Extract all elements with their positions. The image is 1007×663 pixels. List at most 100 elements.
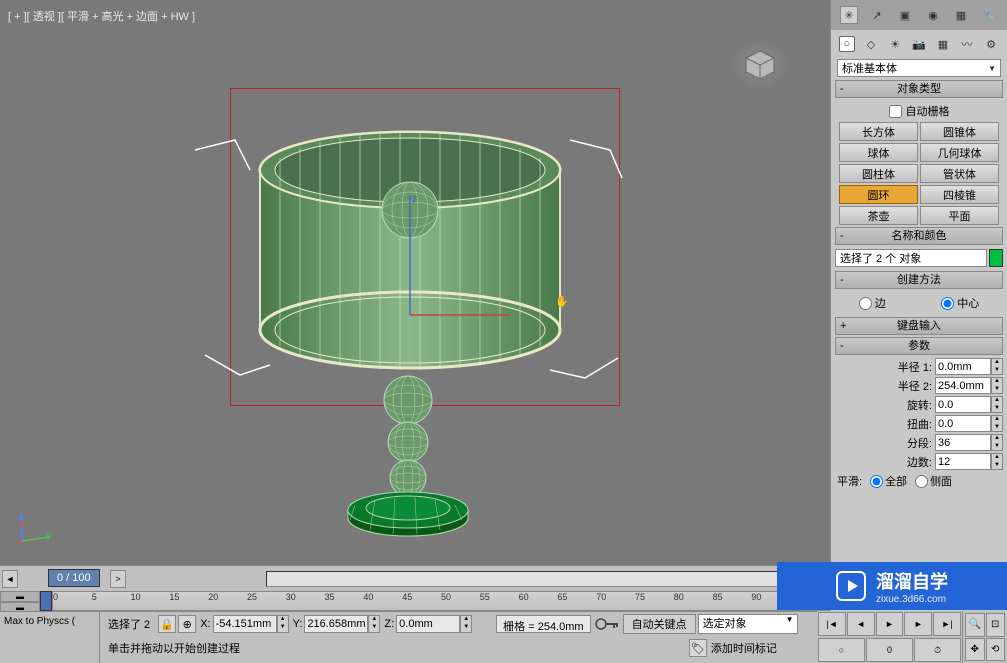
z-label: Z: xyxy=(382,618,396,630)
sides-spinner[interactable]: ▲▼ xyxy=(991,453,1003,470)
tick: 25 xyxy=(247,592,257,602)
edge-label: 边 xyxy=(875,295,886,311)
systems-icon[interactable]: ⚙ xyxy=(983,36,999,52)
hierarchy-tab-icon[interactable]: ▣ xyxy=(896,6,914,24)
radius2-input[interactable] xyxy=(935,377,991,394)
twist-input[interactable] xyxy=(935,415,991,432)
cylinder-button[interactable]: 圆柱体 xyxy=(839,164,918,183)
ruler-ticks[interactable]: 0510152025303540455055606570758085909510… xyxy=(52,591,830,611)
name-color-rollout[interactable]: -名称和颜色 xyxy=(835,227,1003,245)
frame-indicator[interactable]: 0 / 100 xyxy=(48,569,100,587)
key-mode-icon[interactable] xyxy=(593,613,621,635)
sphere-button[interactable]: 球体 xyxy=(839,143,918,162)
edge-radio[interactable] xyxy=(859,297,872,310)
object-color-swatch[interactable] xyxy=(989,249,1003,267)
viewport-label: [ + ][ 透视 ][ 平滑 + 高光 + 边面 + HW ] xyxy=(8,8,195,24)
viewcube[interactable] xyxy=(730,40,790,90)
x-coord-input[interactable] xyxy=(213,615,277,633)
cameras-icon[interactable]: 📷 xyxy=(911,36,927,52)
time-slider-area: ◄ 0 / 100 > xyxy=(0,565,830,591)
tick: 50 xyxy=(441,592,451,602)
geosphere-button[interactable]: 几何球体 xyxy=(920,143,999,162)
radius1-input[interactable] xyxy=(935,358,991,375)
key-mode-toggle[interactable]: ○ xyxy=(818,638,865,662)
modify-tab-icon[interactable]: ↗ xyxy=(868,6,886,24)
panel-tabs: ✳ ↗ ▣ ◉ ▦ 🔧 xyxy=(831,0,1007,30)
rotation-spinner[interactable]: ▲▼ xyxy=(991,396,1003,413)
lights-icon[interactable]: ☀ xyxy=(887,36,903,52)
tick: 70 xyxy=(596,592,606,602)
script-listener[interactable]: Max to Physcs ( xyxy=(0,612,100,663)
torus-button[interactable]: 圆环 xyxy=(839,185,918,204)
twist-label: 扭曲: xyxy=(907,416,932,432)
key-mode-dropdown[interactable]: 选定对象 xyxy=(698,614,798,634)
tick: 0 xyxy=(53,592,58,602)
creation-method-rollout[interactable]: -创建方法 xyxy=(835,271,1003,289)
time-slider[interactable] xyxy=(266,571,830,587)
time-config-icon[interactable]: ⏱ xyxy=(914,638,961,662)
pan-cursor-icon: ✋ xyxy=(555,295,573,313)
center-radio[interactable] xyxy=(941,297,954,310)
shapes-icon[interactable]: ◇ xyxy=(863,36,879,52)
watermark-play-icon xyxy=(836,571,866,601)
lock-icon[interactable]: 🔒 xyxy=(158,615,176,633)
segments-input[interactable] xyxy=(935,434,991,451)
object-name-input[interactable] xyxy=(835,249,987,267)
radius1-spinner[interactable]: ▲▼ xyxy=(991,358,1003,375)
helpers-icon[interactable]: ▦ xyxy=(935,36,951,52)
teapot-button[interactable]: 茶壶 xyxy=(839,206,918,225)
smooth-side-radio[interactable] xyxy=(915,475,928,488)
y-coord-input[interactable] xyxy=(304,615,368,633)
twist-spinner[interactable]: ▲▼ xyxy=(991,415,1003,432)
play-icon[interactable]: ► xyxy=(876,612,904,636)
object-type-rollout[interactable]: -对象类型 xyxy=(835,80,1003,98)
cone-button[interactable]: 圆锥体 xyxy=(920,122,999,141)
primitive-set-dropdown[interactable]: 标准基本体 xyxy=(837,59,1001,77)
keyframe-marker[interactable] xyxy=(40,591,52,611)
geometry-icon[interactable]: ○ xyxy=(839,36,855,52)
x-spinner[interactable]: ▲▼ xyxy=(277,615,289,633)
timeline-next[interactable]: > xyxy=(110,570,126,588)
keyboard-entry-rollout[interactable]: +键盘输入 xyxy=(835,317,1003,335)
tube-button[interactable]: 管状体 xyxy=(920,164,999,183)
track-toggles[interactable]: ▬▬ xyxy=(0,591,40,611)
goto-start-icon[interactable]: |◄ xyxy=(818,612,846,636)
pyramid-button[interactable]: 四棱锥 xyxy=(920,185,999,204)
x-label: X: xyxy=(198,618,212,630)
goto-end-icon[interactable]: ►| xyxy=(933,612,961,636)
auto-grid-checkbox[interactable] xyxy=(889,105,902,118)
box-button[interactable]: 长方体 xyxy=(839,122,918,141)
motion-tab-icon[interactable]: ◉ xyxy=(924,6,942,24)
create-tab-icon[interactable]: ✳ xyxy=(840,6,858,24)
transform-type-icon[interactable]: ⊕ xyxy=(178,615,196,633)
parameters-rollout[interactable]: -参数 xyxy=(835,337,1003,355)
tick: 80 xyxy=(674,592,684,602)
z-coord-input[interactable] xyxy=(396,615,460,633)
plane-button[interactable]: 平面 xyxy=(920,206,999,225)
frame-input[interactable]: 0 xyxy=(866,638,913,662)
zoom-all-icon[interactable]: ⊡ xyxy=(986,613,1006,637)
next-frame-icon[interactable]: ► xyxy=(904,612,932,636)
sides-input[interactable] xyxy=(935,453,991,470)
display-tab-icon[interactable]: ▦ xyxy=(952,6,970,24)
time-tag-icon[interactable]: 🏷 xyxy=(689,639,707,657)
spacewarps-icon[interactable]: 〰 xyxy=(959,36,975,52)
tick: 60 xyxy=(519,592,529,602)
viewport[interactable]: [ + ][ 透视 ][ 平滑 + 高光 + 边面 + HW ] z xyxy=(0,0,830,565)
timeline-left-end[interactable]: ◄ xyxy=(2,570,18,588)
radius2-spinner[interactable]: ▲▼ xyxy=(991,377,1003,394)
prev-frame-icon[interactable]: ◄ xyxy=(847,612,875,636)
rotation-input[interactable] xyxy=(935,396,991,413)
smooth-all-radio[interactable] xyxy=(870,475,883,488)
tick: 40 xyxy=(363,592,373,602)
orbit-icon[interactable]: ⟲ xyxy=(986,638,1006,662)
y-spinner[interactable]: ▲▼ xyxy=(368,615,380,633)
segments-spinner[interactable]: ▲▼ xyxy=(991,434,1003,451)
tick: 35 xyxy=(325,592,335,602)
zoom-icon[interactable]: 🔍 xyxy=(965,613,985,637)
z-spinner[interactable]: ▲▼ xyxy=(460,615,472,633)
pan-icon[interactable]: ✥ xyxy=(965,638,985,662)
rotation-label: 旋转: xyxy=(907,397,932,413)
autokey-button[interactable]: 自动关键点 xyxy=(623,614,696,634)
utilities-tab-icon[interactable]: 🔧 xyxy=(980,6,998,24)
